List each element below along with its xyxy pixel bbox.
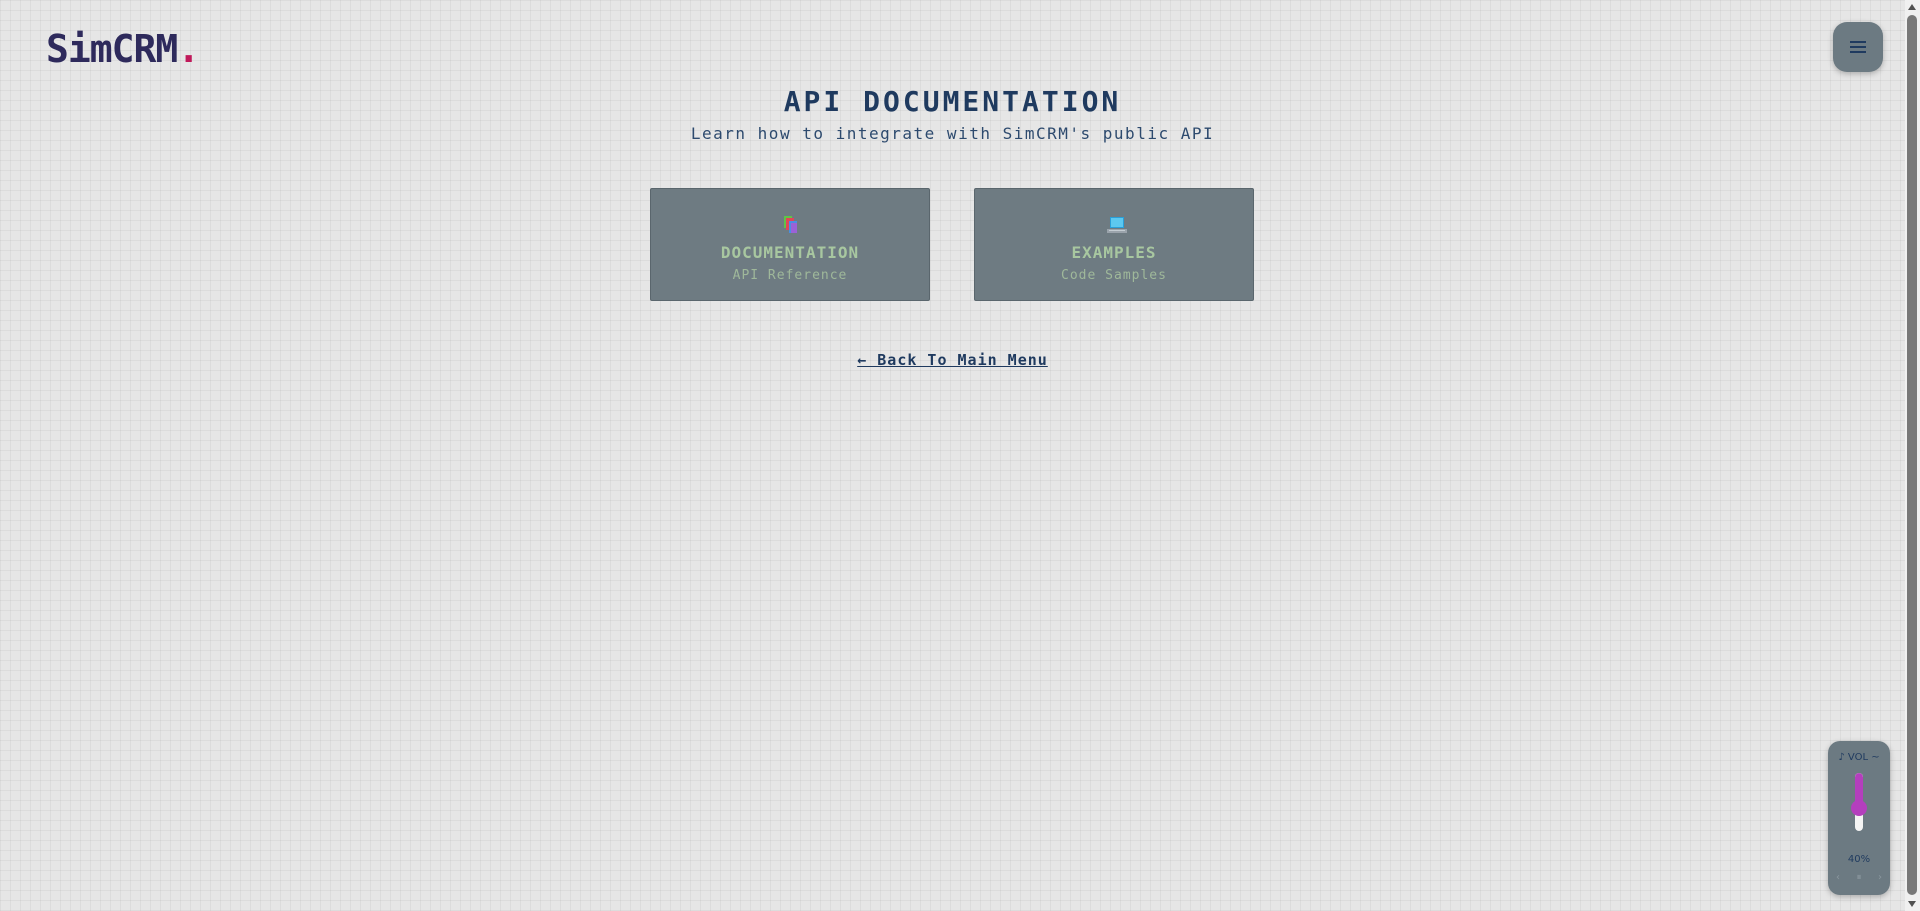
logo[interactable]: SimCRM. xyxy=(46,27,200,71)
next-track-icon[interactable]: › xyxy=(1878,872,1882,884)
card-subtitle: Code Samples xyxy=(1061,268,1167,283)
menu-button[interactable] xyxy=(1833,22,1883,72)
logo-dot: . xyxy=(177,27,200,71)
page-subtitle: Learn how to integrate with SimCRM's pub… xyxy=(690,124,1215,143)
card-title: EXAMPLES xyxy=(1071,243,1157,262)
pause-icon[interactable]: ⏸ xyxy=(1857,872,1862,884)
vertical-scrollbar[interactable] xyxy=(1905,0,1920,911)
volume-label: ♪ VOL ~ xyxy=(1838,752,1880,763)
laptop-icon xyxy=(1107,217,1127,233)
hamburger-menu-icon xyxy=(1850,41,1866,53)
examples-card[interactable]: EXAMPLES Code Samples xyxy=(974,188,1254,301)
scrollbar-thumb[interactable] xyxy=(1907,15,1917,895)
card-subtitle: API Reference xyxy=(732,268,848,283)
volume-percent: 40% xyxy=(1847,854,1871,865)
documentation-card[interactable]: DOCUMENTATION API Reference xyxy=(650,188,930,301)
scroll-up-arrow-icon[interactable] xyxy=(1908,4,1916,10)
volume-controls: ‹ ⏸ › xyxy=(1836,872,1882,884)
books-icon xyxy=(784,216,797,233)
page-title: API DOCUMENTATION xyxy=(783,85,1122,118)
back-to-main-menu-link[interactable]: ← Back To Main Menu xyxy=(857,351,1048,369)
volume-widget: ♪ VOL ~ 40% ‹ ⏸ › xyxy=(1828,741,1890,895)
back-link-container: ← Back To Main Menu xyxy=(0,350,1905,370)
prev-track-icon[interactable]: ‹ xyxy=(1836,872,1840,884)
volume-slider-thumb[interactable] xyxy=(1851,799,1867,816)
logo-text: SimCRM xyxy=(46,27,178,71)
card-title: DOCUMENTATION xyxy=(720,243,860,262)
scroll-down-arrow-icon[interactable] xyxy=(1908,901,1916,907)
